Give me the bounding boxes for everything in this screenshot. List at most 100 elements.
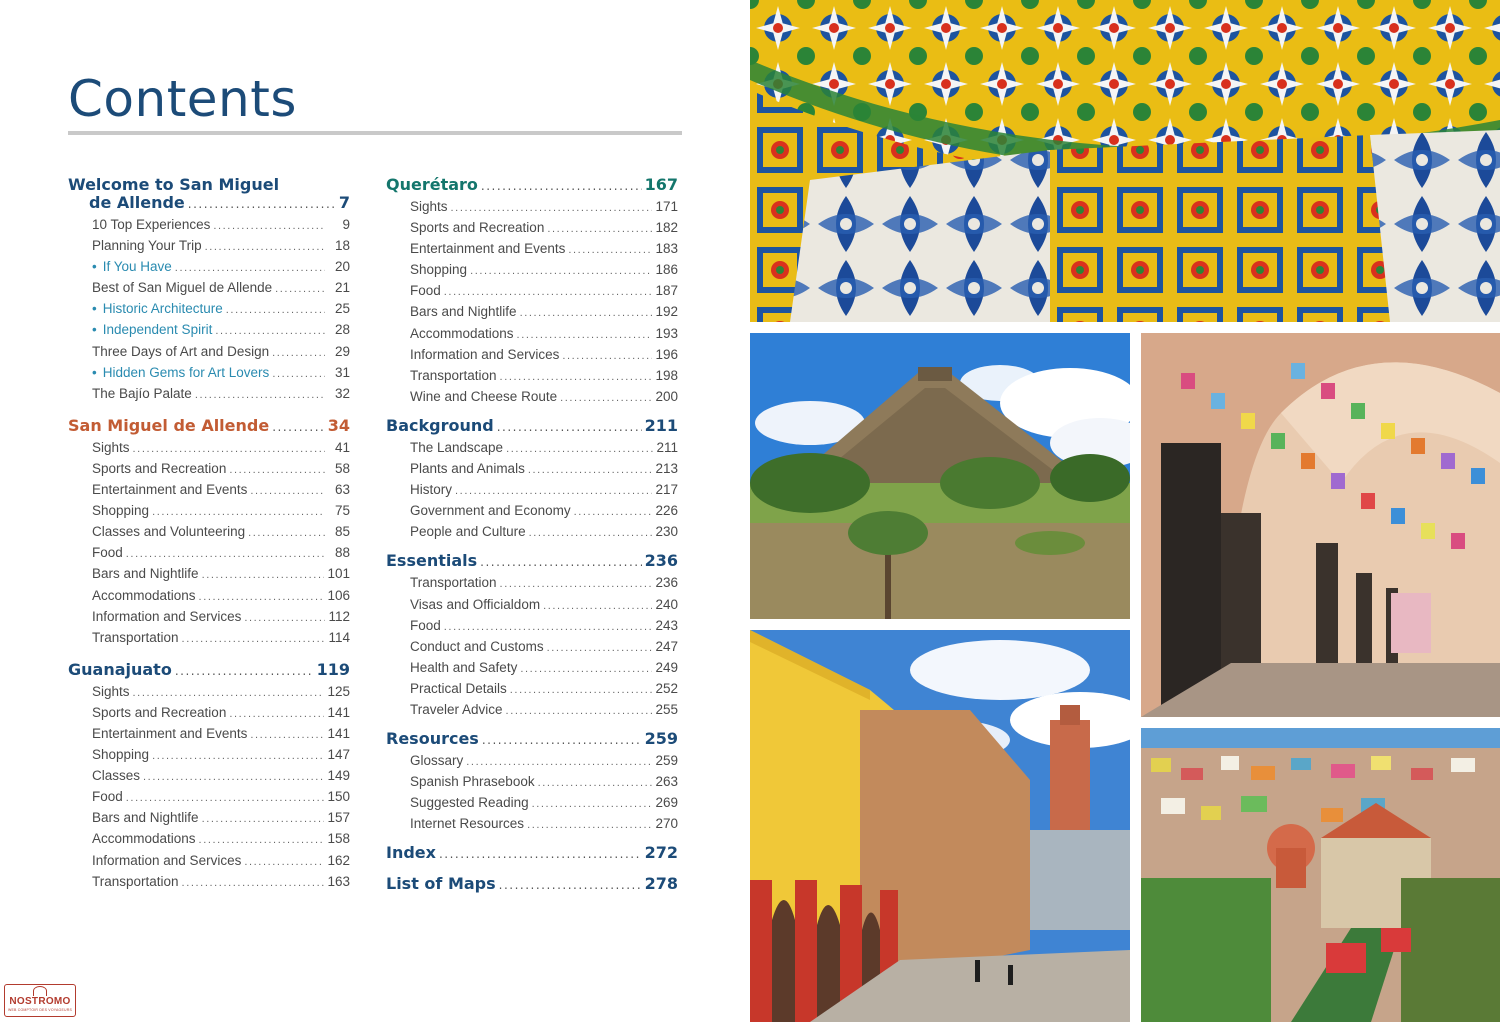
toc-entry[interactable]: Practical Details 252 — [386, 679, 678, 700]
toc-entry[interactable]: • Hidden Gems for Art Lovers 31 — [68, 363, 350, 384]
toc-entry[interactable]: Transportation 163 — [68, 872, 350, 893]
toc-entry[interactable]: Information and Services 162 — [68, 851, 350, 872]
section-heading[interactable]: de Allende 7 — [68, 194, 350, 213]
toc-entry[interactable]: 10 Top Experiences 9 — [68, 215, 350, 236]
toc-entry[interactable]: Conduct and Customs 247 — [386, 637, 678, 658]
toc-entry[interactable]: Wine and Cheese Route 200 — [386, 387, 678, 408]
toc-entry[interactable]: Government and Economy 226 — [386, 501, 678, 522]
toc-entry[interactable]: Entertainment and Events 63 — [68, 480, 350, 501]
leader-dots — [506, 440, 653, 459]
toc-entry-page: 29 — [334, 343, 350, 359]
toc-entry[interactable]: Sights 171 — [386, 197, 678, 218]
toc-entry-page: 182 — [655, 220, 678, 236]
section-heading[interactable]: San Miguel de Allende 34 — [68, 416, 350, 436]
toc-entry[interactable]: Internet Resources 270 — [386, 814, 678, 835]
toc-entry[interactable]: Transportation 198 — [386, 366, 678, 387]
toc-entry-label: Accommodations — [92, 587, 196, 603]
toc-entry[interactable]: Information and Services 196 — [386, 345, 678, 366]
toc-entry[interactable]: Three Days of Art and Design 29 — [68, 342, 350, 363]
section-heading[interactable]: Background 211 — [386, 415, 678, 436]
leader-dots — [481, 177, 642, 195]
toc-entry-page: 163 — [327, 873, 350, 889]
toc-entry[interactable]: Plants and Animals 213 — [386, 459, 678, 480]
section-page: 272 — [644, 843, 678, 863]
toc-entry-page: 106 — [327, 587, 350, 603]
leader-dots — [528, 461, 653, 480]
toc-entry[interactable]: Food 88 — [68, 543, 350, 564]
section-heading[interactable]: Index 272 — [386, 844, 678, 863]
leader-dots — [451, 199, 653, 218]
toc-entry[interactable]: Sports and Recreation 58 — [68, 459, 350, 480]
toc-entry[interactable]: Classes 149 — [68, 766, 350, 787]
toc-entry[interactable]: Shopping 147 — [68, 745, 350, 766]
toc-entry-label: Government and Economy — [410, 503, 571, 519]
toc-entry-page: 150 — [327, 789, 350, 805]
section-page: 211 — [644, 415, 678, 435]
toc-items: Sights 171 Sports and Recreation 182 Enterta… — [386, 197, 678, 408]
toc-entry[interactable]: Classes and Volunteering 85 — [68, 522, 350, 543]
toc-entry[interactable]: Visas and Officialdom 240 — [386, 595, 678, 616]
toc-entry[interactable]: Shopping 186 — [386, 260, 678, 281]
stamp-tagline: WEB COMPTOIR DES VOYAGEURS — [8, 1008, 72, 1012]
toc-entry[interactable]: Accommodations 193 — [386, 324, 678, 345]
toc-entry[interactable]: The Landscape 211 — [386, 438, 678, 459]
section-heading[interactable]: Resources 259 — [386, 730, 678, 749]
toc-entry[interactable]: Glossary 259 — [386, 751, 678, 772]
toc-entry-page: 20 — [334, 259, 350, 275]
toc-entry[interactable]: Bars and Nightlife 101 — [68, 564, 350, 585]
toc-entry[interactable]: Spanish Phrasebook 263 — [386, 772, 678, 793]
toc-entry[interactable]: Sights 125 — [68, 682, 350, 703]
toc-entry[interactable]: Sports and Recreation 182 — [386, 218, 678, 239]
nostromo-stamp-logo: NOSTROMO WEB COMPTOIR DES VOYAGEURS — [4, 984, 76, 1017]
leader-dots — [188, 195, 336, 213]
leader-dots — [195, 386, 325, 405]
section-heading[interactable]: Essentials 236 — [386, 552, 678, 571]
toc-entry[interactable]: Traveler Advice 255 — [386, 700, 678, 721]
toc-entry-label: Transportation — [410, 367, 497, 383]
toc-entry[interactable]: Health and Safety 249 — [386, 658, 678, 679]
toc-entry[interactable]: People and Culture 230 — [386, 522, 678, 543]
toc-entry[interactable]: Transportation 114 — [68, 628, 350, 649]
leader-dots — [500, 575, 653, 594]
toc-items: Glossary 259 Spanish Phrasebook 263 Suggeste… — [386, 751, 678, 835]
section-page: 236 — [644, 551, 678, 571]
toc-entry[interactable]: Information and Services 112 — [68, 607, 350, 628]
toc-entry[interactable]: Accommodations 106 — [68, 586, 350, 607]
toc-entry[interactable]: Entertainment and Events 183 — [386, 239, 678, 260]
toc-entry[interactable]: Best of San Miguel de Allende 21 — [68, 278, 350, 299]
section-heading[interactable]: Guanajuato 119 — [68, 660, 350, 680]
toc-entry[interactable]: Entertainment and Events 141 — [68, 724, 350, 745]
leader-dots — [213, 217, 325, 236]
toc-items: Transportation 236 Visas and Officialdom 24… — [386, 573, 678, 721]
toc-entry[interactable]: The Bajío Palate 32 — [68, 384, 350, 405]
toc-entry[interactable]: Bars and Nightlife 157 — [68, 808, 350, 829]
section-heading[interactable]: Querétaro 167 — [386, 176, 678, 195]
toc-section-background: Background 211 The Landscape 211 Plants an… — [386, 415, 678, 543]
toc-entry[interactable]: Sights 41 — [68, 438, 350, 459]
toc-entry[interactable]: Planning Your Trip 18 — [68, 236, 350, 257]
toc-entry[interactable]: Food 187 — [386, 281, 678, 302]
toc-entry[interactable]: Accommodations 158 — [68, 829, 350, 850]
leader-dots — [439, 845, 642, 863]
section-title-line1[interactable]: Welcome to San Miguel — [68, 176, 350, 194]
bullet-icon: • — [92, 364, 97, 380]
toc-entry[interactable]: Food 243 — [386, 616, 678, 637]
toc-entry-label: Shopping — [92, 503, 150, 519]
toc-entry[interactable]: • Historic Architecture 25 — [68, 299, 350, 320]
leader-dots — [244, 853, 324, 872]
toc-entry[interactable]: Suggested Reading 269 — [386, 793, 678, 814]
toc-entry[interactable]: Sports and Recreation 141 — [68, 703, 350, 724]
toc-entry[interactable]: History 217 — [386, 480, 678, 501]
toc-entry[interactable]: Bars and Nightlife 192 — [386, 302, 678, 323]
section-title-line2: de Allende — [89, 193, 185, 212]
toc-entry[interactable]: Shopping 75 — [68, 501, 350, 522]
arcade-papel-picado-photo — [1141, 333, 1500, 717]
section-title: Essentials — [386, 551, 478, 571]
section-heading[interactable]: List of Maps 278 — [386, 875, 678, 894]
toc-entry[interactable]: Transportation 236 — [386, 573, 678, 594]
toc-entry[interactable]: • Independent Spirit 28 — [68, 320, 350, 341]
toc-entry[interactable]: Food 150 — [68, 787, 350, 808]
toc-entry-label: Spanish Phrasebook — [410, 774, 535, 790]
toc-entry[interactable]: • If You Have 20 — [68, 257, 350, 278]
toc-entry-page: 211 — [656, 439, 678, 455]
